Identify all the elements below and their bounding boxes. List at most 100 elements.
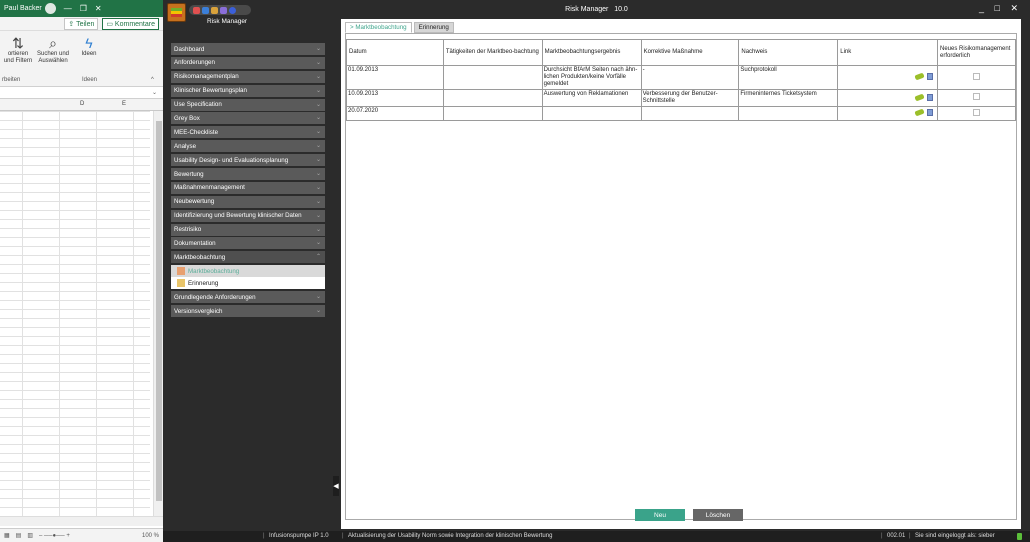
table-row[interactable]: 01.09.2013 Durchsicht BfArM Seiten nach … — [346, 65, 1016, 90]
sidebar-item[interactable]: Klinischer Bewertungsplan ⌄ — [171, 84, 325, 97]
column-header-d[interactable]: D — [80, 101, 84, 107]
column-header-datum[interactable]: Datum — [346, 39, 444, 66]
page-break-icon[interactable]: ▥ — [27, 532, 33, 539]
add-link-icon[interactable] — [914, 108, 925, 117]
add-link-icon[interactable] — [914, 93, 925, 101]
sidebar-item-label: Anforderungen — [174, 59, 215, 67]
chevron-down-icon: ⌄ — [315, 115, 321, 122]
restore-icon[interactable]: ❐ — [80, 4, 87, 13]
comments-button[interactable]: ▭ Kommentare — [102, 17, 159, 30]
sort-filter-button[interactable]: ⇅ ortieren und Filtern — [2, 35, 34, 65]
status-separator: | — [263, 533, 265, 539]
new-rm-checkbox[interactable] — [973, 72, 980, 80]
sidebar-item[interactable]: Analyse ⌄ — [171, 140, 325, 153]
connection-status-icon — [1017, 533, 1022, 540]
sidebar-item[interactable]: Use Specification ⌄ — [171, 98, 325, 111]
column-header-ergebnis[interactable]: Marktbeobachtungsergebnis — [541, 39, 642, 66]
sidebar-item-label: Maßnahmenmanagement — [174, 184, 245, 192]
document-link-icon[interactable] — [927, 109, 934, 116]
sidebar-item[interactable]: Grey Box ⌄ — [171, 112, 325, 125]
table-row[interactable]: 10.09.2013 Auswertung von Reklamationen … — [346, 89, 1016, 107]
cell-massnahme[interactable]: Verbesserung der Benutzer-Schnittstelle — [640, 89, 740, 107]
sidebar-item[interactable]: Restrisiko ⌄ — [171, 223, 325, 236]
chevron-down-icon: ⌄ — [315, 143, 321, 150]
cell-nachweis[interactable]: Suchprotokoll — [738, 65, 839, 90]
sidebar-item[interactable]: Anforderungen ⌄ — [171, 56, 325, 69]
cell-massnahme[interactable] — [640, 106, 740, 121]
sidebar-item[interactable]: Bewertung ⌄ — [171, 168, 325, 181]
cell-taetigkeit[interactable] — [442, 65, 543, 90]
sidebar-item[interactable]: MEE-Checkliste ⌄ — [171, 126, 325, 139]
window-controls[interactable]: _ □ ✕ — [979, 3, 1022, 14]
column-header-nachweis[interactable]: Nachweis — [738, 39, 839, 66]
sidebar-item[interactable]: Neubewertung ⌄ — [171, 195, 325, 208]
new-rm-checkbox[interactable] — [973, 93, 980, 100]
sidebar-item[interactable]: Risikomanagementplan ⌄ — [171, 70, 325, 83]
scrollbar-thumb[interactable] — [156, 121, 162, 501]
formula-bar[interactable]: ⌄ — [0, 87, 163, 99]
document-link-icon[interactable] — [927, 73, 934, 80]
sidebar-item[interactable]: Marktbeobachtung ⌃ — [171, 251, 325, 264]
column-header-taetigkeiten[interactable]: Tätigkeiten der Marktbeo-bachtung — [442, 39, 543, 66]
normal-view-icon[interactable]: ▦ — [4, 532, 10, 539]
sidebar-item-label: Bewertung — [174, 170, 204, 178]
sidebar-item-label: Restrisiko — [174, 226, 202, 234]
settings-icon[interactable] — [220, 6, 227, 14]
sidebar-subnav: Marktbeobachtung Erinnerung — [171, 265, 325, 290]
avatar[interactable] — [44, 3, 56, 14]
column-header-link[interactable]: Link — [837, 39, 939, 66]
sidebar-item[interactable]: Grundlegende Anforderungen ⌄ — [171, 291, 325, 304]
cell-nachweis[interactable]: Firmeninternes Ticketsystem — [738, 89, 839, 107]
tab-marktbeobachtung[interactable]: > Marktbeobachtung — [345, 22, 412, 33]
tools-icon[interactable] — [211, 6, 218, 14]
cell-datum[interactable]: 01.09.2013 — [346, 65, 444, 90]
group-label-editing: rbeiten — [2, 77, 21, 83]
sidebar-subitem-erinnerung[interactable]: Erinnerung — [171, 277, 325, 289]
document-link-icon[interactable] — [927, 93, 934, 101]
sidebar-item[interactable]: Maßnahmenmanagement ⌄ — [171, 181, 325, 194]
vertical-scrollbar[interactable] — [153, 111, 163, 516]
find-select-button[interactable]: ⌕ Suchen und Auswählen — [36, 35, 70, 65]
sidebar-item[interactable]: Dokumentation ⌄ — [171, 237, 325, 250]
sidebar-item[interactable]: Identifizierung und Bewertung klinischer… — [171, 209, 325, 222]
new-button[interactable]: Neu — [635, 509, 685, 521]
sidebar-item[interactable]: Dashboard ⌄ — [171, 43, 325, 55]
tab-erinnerung[interactable]: Erinnerung — [413, 22, 454, 33]
cell-massnahme[interactable]: - — [640, 65, 740, 90]
cell-ergebnis[interactable]: Durchsicht BfArM Seiten nach ähn-lichen … — [541, 65, 642, 90]
page-layout-icon[interactable]: ▤ — [16, 532, 22, 539]
chevron-down-icon: ⌄ — [315, 240, 321, 247]
cell-nachweis[interactable] — [738, 106, 839, 121]
sidebar-item[interactable]: Versionsvergleich ⌄ — [171, 305, 325, 318]
column-header-e[interactable]: E — [122, 101, 126, 107]
delete-button[interactable]: Löschen — [693, 509, 743, 521]
cell-taetigkeit[interactable] — [442, 106, 543, 121]
ideas-button[interactable]: ϟ Ideen — [78, 35, 100, 58]
share-button[interactable]: ⇪ Teilen — [64, 17, 99, 30]
table-row[interactable]: 20.07.2020 — [346, 106, 1016, 121]
chevron-down-icon: ⌄ — [315, 129, 321, 136]
minimize-icon[interactable]: — — [64, 4, 72, 13]
flag-icon[interactable] — [193, 6, 200, 14]
cell-taetigkeit[interactable] — [442, 89, 543, 107]
cell-ergebnis[interactable] — [541, 106, 642, 121]
close-icon[interactable]: ✕ — [95, 4, 102, 13]
column-header-massnahme[interactable]: Korrektive Maßnahme — [640, 39, 740, 66]
zoom-slider[interactable]: – ──●── + — [39, 533, 70, 539]
column-header-neues-risikomanagement[interactable]: Neues Risikomanagement erforderlich — [937, 39, 1016, 66]
cell-datum[interactable]: 20.07.2020 — [346, 106, 444, 121]
sidebar-subitem-marktbeobachtung[interactable]: Marktbeobachtung — [171, 265, 325, 278]
collapse-sidebar-handle[interactable]: ◀ — [333, 476, 339, 496]
horizontal-scrollbar[interactable] — [0, 516, 163, 526]
add-link-icon[interactable] — [914, 72, 925, 81]
new-rm-checkbox[interactable] — [973, 108, 980, 116]
app-titlebar: Risk Manager 10.0 _ □ ✕ — [163, 0, 1030, 18]
cell-link — [837, 89, 939, 107]
print-icon[interactable] — [202, 6, 209, 14]
sidebar-item[interactable]: Usability Design- und Evaluationsplanung… — [171, 154, 325, 167]
collapse-ribbon-icon[interactable]: ^ — [151, 77, 154, 83]
cell-datum[interactable]: 10.09.2013 — [346, 89, 444, 107]
cell-ergebnis[interactable]: Auswertung von Reklamationen — [541, 89, 642, 107]
cell-grid[interactable] — [0, 111, 150, 516]
help-icon[interactable] — [229, 6, 236, 14]
